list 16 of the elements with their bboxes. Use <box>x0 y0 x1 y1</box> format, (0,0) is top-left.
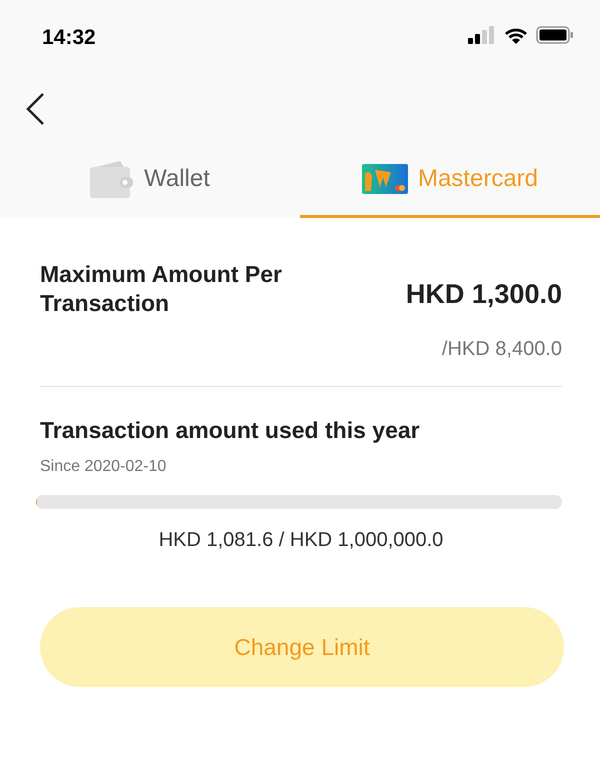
tab[interactable]: Wallet <box>0 143 300 218</box>
change-limit-button[interactable]: Change Limit <box>40 607 564 687</box>
since-date: Since 2020-02-10 <box>40 458 166 475</box>
wifi-icon <box>504 26 528 44</box>
card-icon <box>362 164 408 194</box>
usage-title: Transaction amount used this year <box>40 416 420 442</box>
usage-reading: HKD 1,081.6 / HKD 1,000,000.0 <box>158 529 444 551</box>
wallet-icon <box>90 160 134 198</box>
tab[interactable]: Mastercard <box>300 143 600 218</box>
battery-icon <box>536 26 574 44</box>
limit-maximum: /HKD 8,400.0 <box>442 338 562 360</box>
back-icon[interactable] <box>24 92 46 126</box>
status-time: 14:32 <box>42 25 96 51</box>
limit-title: Maximum Amount Per Transaction <box>40 260 283 318</box>
signal-icon <box>468 26 496 44</box>
limit-amount: HKD 1,300.0 <box>406 278 562 311</box>
